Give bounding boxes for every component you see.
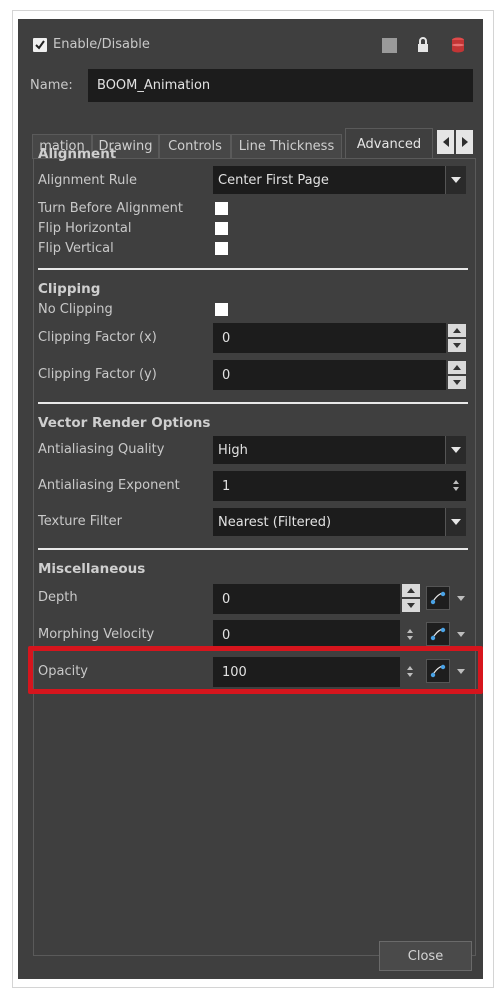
depth-function-curve-icon[interactable] [426,586,450,610]
enable-label: Enable/Disable [53,37,150,52]
antialiasing-exponent-spin-icon[interactable] [453,480,461,492]
flip-vertical-label: Flip Vertical [38,241,114,256]
stepper-down-icon[interactable] [402,599,420,612]
clipping-factor-x-label: Clipping Factor (x) [38,330,157,345]
clipping-title: Clipping [38,281,101,297]
alignment-rule-value: Center First Page [218,172,329,188]
clipping-factor-y-stepper[interactable] [448,361,466,389]
alignment-title: Alignment [38,146,117,162]
section-divider [38,402,468,404]
advanced-tab-content [33,158,476,956]
alignment-rule-label: Alignment Rule [38,173,138,188]
no-clipping-label: No Clipping [38,302,113,317]
texture-filter-label: Texture Filter [38,514,122,529]
morphing-velocity-function-curve-icon[interactable] [426,622,450,646]
tab-line-thickness[interactable]: Line Thickness [231,134,342,159]
morphing-velocity-label: Morphing Velocity [38,627,155,642]
miscellaneous-title: Miscellaneous [38,561,146,577]
antialiasing-exponent-label: Antialiasing Exponent [38,478,180,493]
section-divider [38,268,468,270]
opacity-highlight-box [28,646,483,694]
antialiasing-quality-dropdown[interactable]: High [213,436,466,464]
alignment-rule-dropdown[interactable]: Center First Page [213,166,466,194]
stepper-up-icon[interactable] [448,361,466,374]
stepper-up-icon[interactable] [402,584,420,597]
morphing-velocity-spin-icon[interactable] [407,629,415,641]
enable-checkbox[interactable] [33,38,47,52]
antialiasing-exponent-field[interactable]: 1 [213,471,466,501]
stepper-down-icon[interactable] [448,339,466,352]
close-button[interactable]: Close [379,941,472,971]
antialiasing-quality-value: High [218,442,248,458]
chevron-down-icon [445,508,466,536]
clipping-factor-x-field[interactable]: 0 [213,323,446,353]
turn-before-alignment-label: Turn Before Alignment [38,201,183,216]
name-field[interactable]: BOOM_Animation [88,69,473,102]
section-divider [38,548,468,550]
chevron-down-icon [445,166,466,194]
clipping-factor-y-label: Clipping Factor (y) [38,367,157,382]
tab-controls[interactable]: Controls [159,134,231,159]
flip-horizontal-label: Flip Horizontal [38,221,132,236]
depth-label: Depth [38,590,78,605]
tab-scroll-right-icon[interactable] [456,130,473,154]
flip-horizontal-checkbox[interactable] [215,222,228,235]
no-clipping-checkbox[interactable] [215,303,228,316]
depth-menu-chevron-icon[interactable] [457,596,465,601]
stepper-down-icon[interactable] [448,376,466,389]
tab-advanced[interactable]: Advanced [345,128,433,159]
texture-filter-value: Nearest (Filtered) [218,514,332,530]
flip-vertical-checkbox[interactable] [215,242,228,255]
name-label: Name: [30,78,73,93]
clipping-factor-x-stepper[interactable] [448,324,466,352]
chevron-down-icon [445,436,466,464]
antialiasing-quality-label: Antialiasing Quality [38,442,165,457]
vector-render-options-title: Vector Render Options [38,415,211,431]
layer-properties-panel: Enable/Disable Name: BOOM_Animation mati… [18,19,483,979]
lock-icon[interactable] [416,36,430,54]
depth-stepper[interactable] [402,584,420,612]
texture-filter-dropdown[interactable]: Nearest (Filtered) [213,508,466,536]
tab-scroll-left-icon[interactable] [437,130,454,154]
turn-before-alignment-checkbox[interactable] [215,202,228,215]
stepper-up-icon[interactable] [448,324,466,337]
clipping-factor-y-field[interactable]: 0 [213,360,446,390]
morphing-velocity-menu-chevron-icon[interactable] [457,632,465,637]
color-swatch-icon[interactable] [382,38,397,53]
depth-field[interactable]: 0 [213,584,400,614]
database-icon[interactable] [450,36,466,54]
